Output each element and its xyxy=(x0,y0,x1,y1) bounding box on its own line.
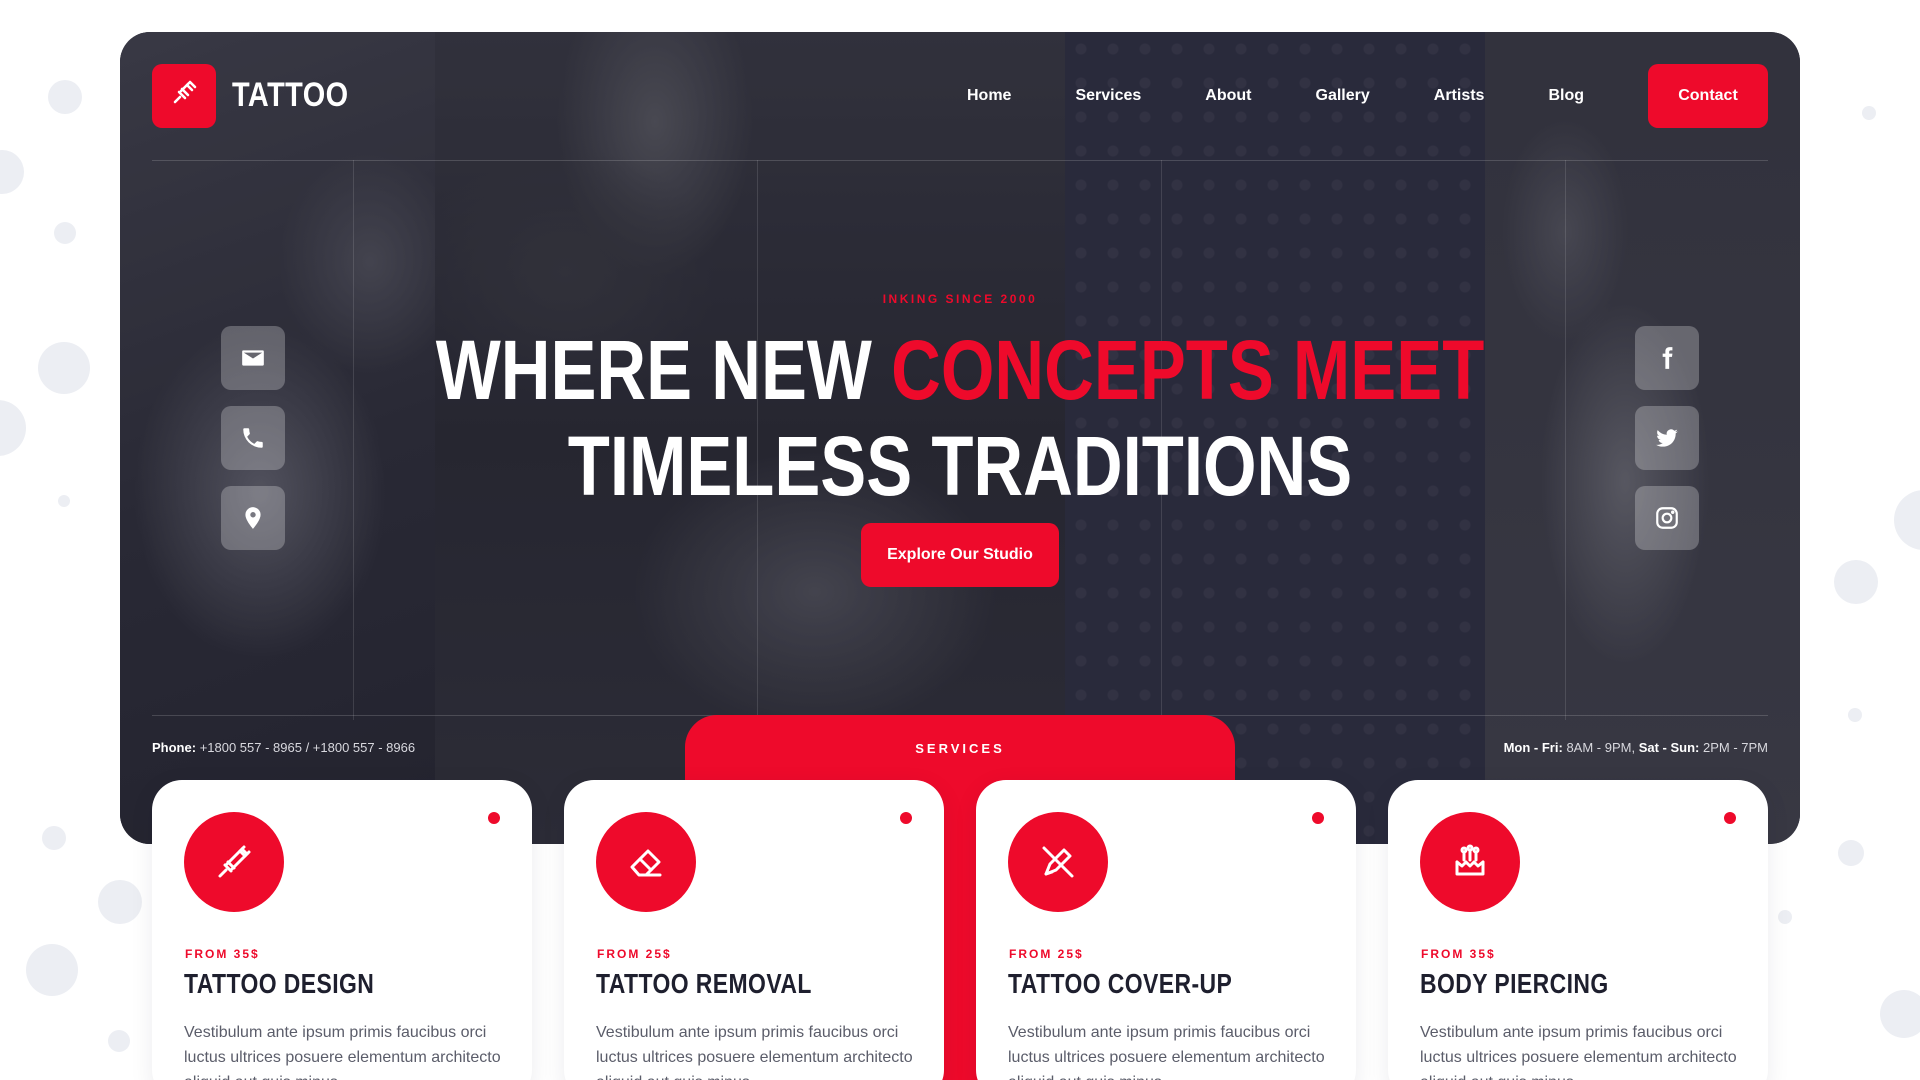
map-pin-icon xyxy=(245,507,261,529)
decor-dot xyxy=(1880,990,1920,1038)
decor-dot xyxy=(108,1030,130,1052)
card-price: FROM 25$ xyxy=(597,947,672,961)
twitter-button[interactable] xyxy=(1635,406,1699,470)
service-card-coverup[interactable]: FROM 25$ TATTOO COVER-UP Vestibulum ante… xyxy=(976,780,1356,1080)
tattoo-machine-icon xyxy=(218,845,251,878)
nav-artists[interactable]: Artists xyxy=(1434,87,1485,105)
phone-button[interactable] xyxy=(221,406,285,470)
card-title: TATTOO REMOVAL xyxy=(596,968,812,999)
location-button[interactable] xyxy=(221,486,285,550)
main-nav: Home Services About Gallery Artists Blog… xyxy=(967,64,1768,128)
card-icon-circle xyxy=(1008,812,1108,912)
email-button[interactable] xyxy=(221,326,285,390)
card-price: FROM 35$ xyxy=(185,947,260,961)
phone-label: Phone: xyxy=(152,740,197,755)
instagram-icon xyxy=(1656,507,1678,529)
phone-icon xyxy=(243,428,263,448)
piercing-icon xyxy=(1455,844,1485,876)
weekend-hours-label: Sat - Sun: xyxy=(1638,740,1700,755)
eraser-icon xyxy=(630,849,662,877)
card-description: Vestibulum ante ipsum primis faucibus or… xyxy=(184,1024,501,1080)
hours-info: Mon - Fri: 8AM - 9PM, Sat - Sun: 2PM - 7… xyxy=(1504,740,1768,755)
hero-headline: WHERE NEW CONCEPTS MEET TIMELESS TRADITI… xyxy=(271,322,1649,514)
card-dot xyxy=(1312,812,1324,824)
hero-tagline: INKING SINCE 2000 xyxy=(882,292,1038,306)
card-dot xyxy=(900,812,912,824)
decor-dot xyxy=(0,150,24,194)
header-divider xyxy=(152,160,1768,161)
weekday-hours-value: 8AM - 9PM, xyxy=(1566,740,1636,755)
card-description: Vestibulum ante ipsum primis faucibus or… xyxy=(596,1024,913,1080)
instagram-button[interactable] xyxy=(1635,486,1699,550)
nav-about[interactable]: About xyxy=(1205,87,1251,105)
card-title: BODY PIERCING xyxy=(1420,968,1609,999)
phone-info: Phone: +1800 557 - 8965 / +1800 557 - 89… xyxy=(152,740,415,755)
card-title: TATTOO COVER-UP xyxy=(1008,968,1233,999)
brand-name[interactable]: TATTOO xyxy=(232,76,349,115)
phone-value: +1800 557 - 8965 / +1800 557 - 8966 xyxy=(199,740,416,755)
facebook-button[interactable] xyxy=(1635,326,1699,390)
decor-dot xyxy=(54,222,76,244)
nav-blog[interactable]: Blog xyxy=(1548,87,1584,105)
contact-button[interactable]: Contact xyxy=(1648,64,1768,128)
weekend-hours-value: 2PM - 7PM xyxy=(1702,740,1768,755)
decor-dot xyxy=(98,880,142,924)
service-card-piercing[interactable]: FROM 35$ BODY PIERCING Vestibulum ante i… xyxy=(1388,780,1768,1080)
card-title: TATTOO DESIGN xyxy=(184,968,375,999)
decor-dot xyxy=(48,80,82,114)
twitter-icon xyxy=(1656,429,1678,447)
nav-gallery[interactable]: Gallery xyxy=(1316,87,1370,105)
explore-studio-button[interactable]: Explore Our Studio xyxy=(861,523,1059,587)
nav-home[interactable]: Home xyxy=(967,87,1011,105)
decor-dot xyxy=(58,495,70,507)
service-card-removal[interactable]: FROM 25$ TATTOO REMOVAL Vestibulum ante … xyxy=(564,780,944,1080)
headline-highlight: CONCEPTS MEET xyxy=(891,323,1485,417)
pen-slash-icon xyxy=(1042,846,1074,878)
decor-dot xyxy=(1848,708,1862,722)
card-dot xyxy=(1724,812,1736,824)
envelope-icon xyxy=(242,350,264,366)
card-description: Vestibulum ante ipsum primis faucibus or… xyxy=(1420,1024,1737,1080)
decor-dot xyxy=(1862,106,1876,120)
decor-dot xyxy=(1838,840,1864,866)
decor-dot xyxy=(1894,490,1920,550)
decor-dot xyxy=(1778,910,1792,924)
tattoo-machine-icon xyxy=(169,78,199,115)
services-label: SERVICES xyxy=(915,741,1005,756)
service-card-design[interactable]: FROM 35$ TATTOO DESIGN Vestibulum ante i… xyxy=(152,780,532,1080)
decor-dot xyxy=(42,826,66,850)
card-price: FROM 35$ xyxy=(1421,947,1496,961)
decor-dot xyxy=(26,944,78,996)
card-icon-circle xyxy=(184,812,284,912)
weekday-hours-label: Mon - Fri: xyxy=(1503,740,1563,755)
card-description: Vestibulum ante ipsum primis faucibus or… xyxy=(1008,1024,1325,1080)
decor-dot xyxy=(38,342,90,394)
card-icon-circle xyxy=(596,812,696,912)
decor-dot xyxy=(0,400,26,456)
logo[interactable] xyxy=(152,64,216,128)
card-dot xyxy=(488,812,500,824)
card-icon-circle xyxy=(1420,812,1520,912)
headline-part-2: TIMELESS TRADITIONS xyxy=(567,419,1353,513)
card-price: FROM 25$ xyxy=(1009,947,1084,961)
nav-services[interactable]: Services xyxy=(1075,87,1141,105)
decor-dot xyxy=(1834,560,1878,604)
headline-part-1: WHERE NEW xyxy=(435,323,892,417)
facebook-icon xyxy=(1662,347,1673,369)
